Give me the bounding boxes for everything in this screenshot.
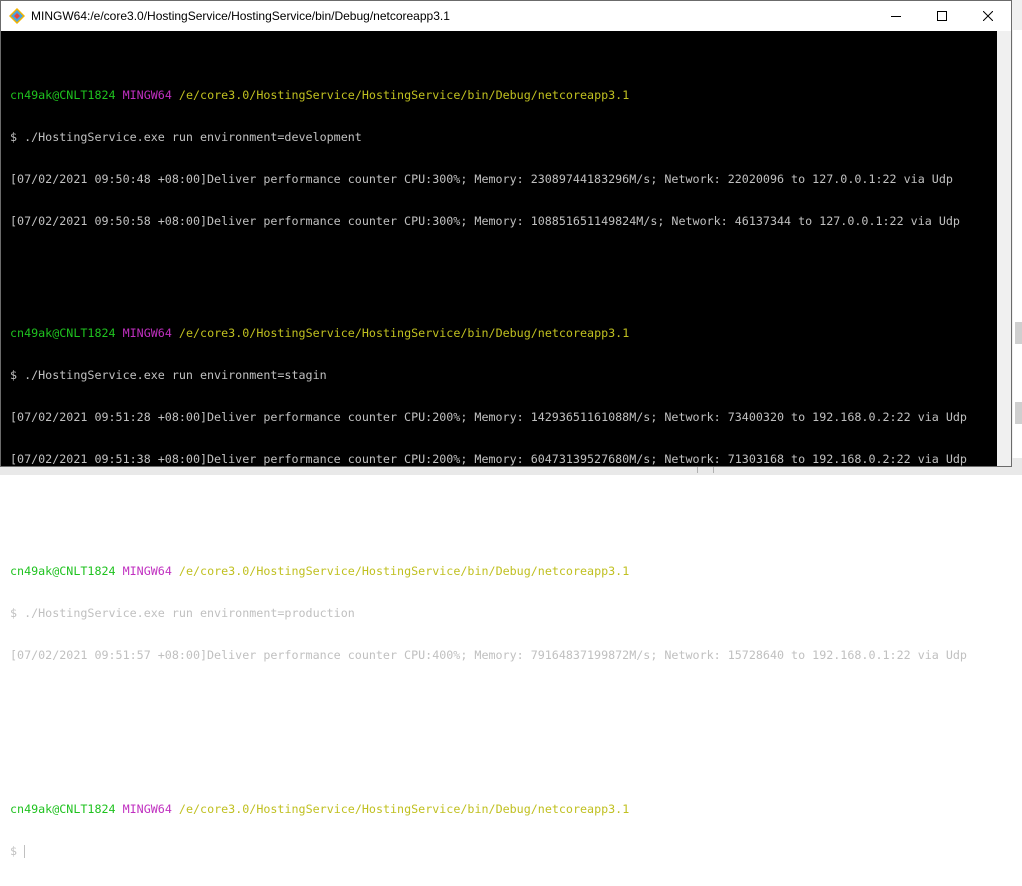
text-cursor <box>24 845 26 858</box>
window-controls <box>873 1 1011 31</box>
output-line: [07/02/2021 09:51:57 +08:00]Deliver perf… <box>10 648 967 662</box>
prompt-path: /e/core3.0/HostingService/HostingService… <box>178 88 630 102</box>
input-prefix: $ <box>10 844 18 858</box>
terminal-window: MINGW64:/e/core3.0/HostingService/Hostin… <box>0 0 1012 858</box>
prompt-line: cn49ak@CNLT1824 MINGW64 /e/core3.0/Hosti… <box>10 88 997 102</box>
prompt-host: MINGW64 <box>122 88 172 102</box>
output-line: [07/02/2021 09:51:28 +08:00]Deliver perf… <box>10 410 967 424</box>
prompt-path: /e/core3.0/HostingService/HostingService… <box>178 802 630 816</box>
maximize-icon <box>937 11 947 21</box>
terminal-output[interactable]: cn49ak@CNLT1824 MINGW64 /e/core3.0/Hosti… <box>1 31 997 858</box>
output-line: [07/02/2021 09:50:48 +08:00]Deliver perf… <box>10 172 953 186</box>
background-widget <box>1015 402 1022 424</box>
background-window-edge <box>1013 30 1022 475</box>
vertical-scrollbar[interactable] <box>997 31 1011 466</box>
title-bar[interactable]: MINGW64:/e/core3.0/HostingService/Hostin… <box>1 1 1011 31</box>
prompt-line: cn49ak@CNLT1824 MINGW64 /e/core3.0/Hosti… <box>10 326 997 340</box>
maximize-button[interactable] <box>919 1 965 31</box>
prompt-host: MINGW64 <box>122 326 172 340</box>
output-line: [07/02/2021 09:51:38 +08:00]Deliver perf… <box>10 452 967 466</box>
prompt-user: cn49ak@CNLT1824 <box>10 802 116 816</box>
input-line[interactable]: $ <box>10 844 997 858</box>
command-line: $ ./HostingService.exe run environment=s… <box>10 368 327 382</box>
prompt-user: cn49ak@CNLT1824 <box>10 564 116 578</box>
background-widget <box>1015 322 1022 344</box>
minimize-button[interactable] <box>873 1 919 31</box>
prompt-line: cn49ak@CNLT1824 MINGW64 /e/core3.0/Hosti… <box>10 564 997 578</box>
minimize-icon <box>891 16 901 17</box>
mingw-diamond-icon[interactable] <box>9 8 25 24</box>
prompt-line: cn49ak@CNLT1824 MINGW64 /e/core3.0/Hosti… <box>10 802 997 816</box>
prompt-host: MINGW64 <box>122 802 172 816</box>
prompt-host: MINGW64 <box>122 564 172 578</box>
prompt-user: cn49ak@CNLT1824 <box>10 88 116 102</box>
close-icon <box>983 11 993 21</box>
command-line: $ ./HostingService.exe run environment=p… <box>10 606 355 620</box>
prompt-path: /e/core3.0/HostingService/HostingService… <box>178 326 630 340</box>
command-line: $ ./HostingService.exe run environment=d… <box>10 130 362 144</box>
close-button[interactable] <box>965 1 1011 31</box>
window-title: MINGW64:/e/core3.0/HostingService/Hostin… <box>31 9 450 23</box>
prompt-path: /e/core3.0/HostingService/HostingService… <box>178 564 630 578</box>
prompt-user: cn49ak@CNLT1824 <box>10 326 116 340</box>
output-line: [07/02/2021 09:50:58 +08:00]Deliver perf… <box>10 214 960 228</box>
